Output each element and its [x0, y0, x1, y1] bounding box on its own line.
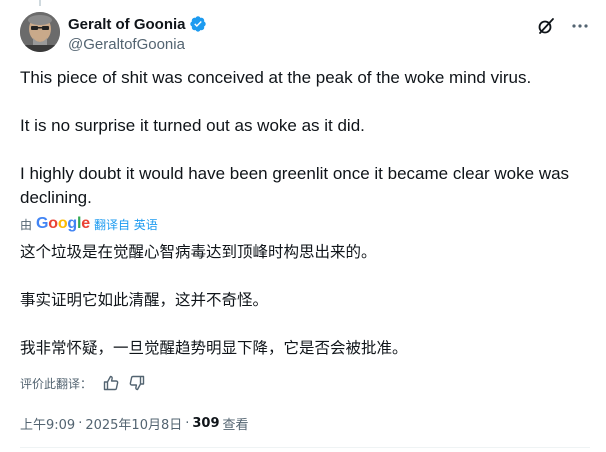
avatar[interactable] — [20, 12, 60, 52]
tweet-paragraph: I highly doubt it would have been greenl… — [20, 164, 570, 207]
tweet-metadata: 上午9:09 · 2025年10月8日 · 309 查看 — [20, 414, 249, 433]
view-count[interactable]: 309 — [192, 416, 219, 431]
display-name-row: Geralt of Goonia — [68, 14, 207, 34]
tweet-paragraph: It is no surprise it turned out as woke … — [20, 116, 365, 135]
translated-by-label: 由 — [20, 217, 33, 232]
author-names: Geralt of Goonia @GeraltofGoonia — [68, 14, 207, 53]
more-options-icon[interactable] — [570, 16, 590, 36]
author-handle[interactable]: @GeraltofGoonia — [68, 36, 207, 53]
translated-paragraph: 这个垃圾是在觉醒心智病毒达到顶峰时构思出来的。 — [20, 243, 377, 261]
translated-text: 这个垃圾是在觉醒心智病毒达到顶峰时构思出来的。 事实证明它如此清醒，这并不奇怪。… — [20, 240, 590, 360]
thumbs-up-icon[interactable] — [102, 374, 120, 392]
thumbs-down-icon[interactable] — [128, 374, 146, 392]
views-label: 查看 — [222, 417, 249, 433]
translated-from-link[interactable]: 翻译自 英语 — [94, 216, 158, 233]
separator: · — [78, 415, 83, 431]
header-actions — [536, 16, 590, 36]
tweet-header: Geralt of Goonia @GeraltofGoonia — [20, 12, 590, 56]
display-name[interactable]: Geralt of Goonia — [68, 16, 186, 33]
translation-attribution: 由 Google 翻译自 英语 — [20, 215, 158, 233]
thread-connector-line — [39, 0, 41, 6]
tweet-text: This piece of shit was conceived at the … — [20, 66, 590, 210]
grok-icon[interactable] — [536, 16, 556, 36]
tweet-date[interactable]: 2025年10月8日 — [85, 414, 182, 433]
tweet-time[interactable]: 上午9:09 — [20, 414, 75, 433]
tweet-paragraph: This piece of shit was conceived at the … — [20, 68, 532, 87]
rate-translation-label: 评价此翻译： — [20, 376, 93, 391]
rate-translation: 评价此翻译： — [20, 374, 154, 392]
translated-paragraph: 我非常怀疑，一旦觉醒趋势明显下降，它是否会被批准。 — [20, 339, 408, 357]
separator: · — [185, 415, 190, 431]
verified-badge-icon[interactable] — [189, 15, 207, 33]
divider — [20, 447, 590, 448]
translated-paragraph: 事实证明它如此清醒，这并不奇怪。 — [20, 291, 269, 309]
avatar-image — [20, 12, 60, 52]
google-logo: Google — [36, 215, 90, 232]
